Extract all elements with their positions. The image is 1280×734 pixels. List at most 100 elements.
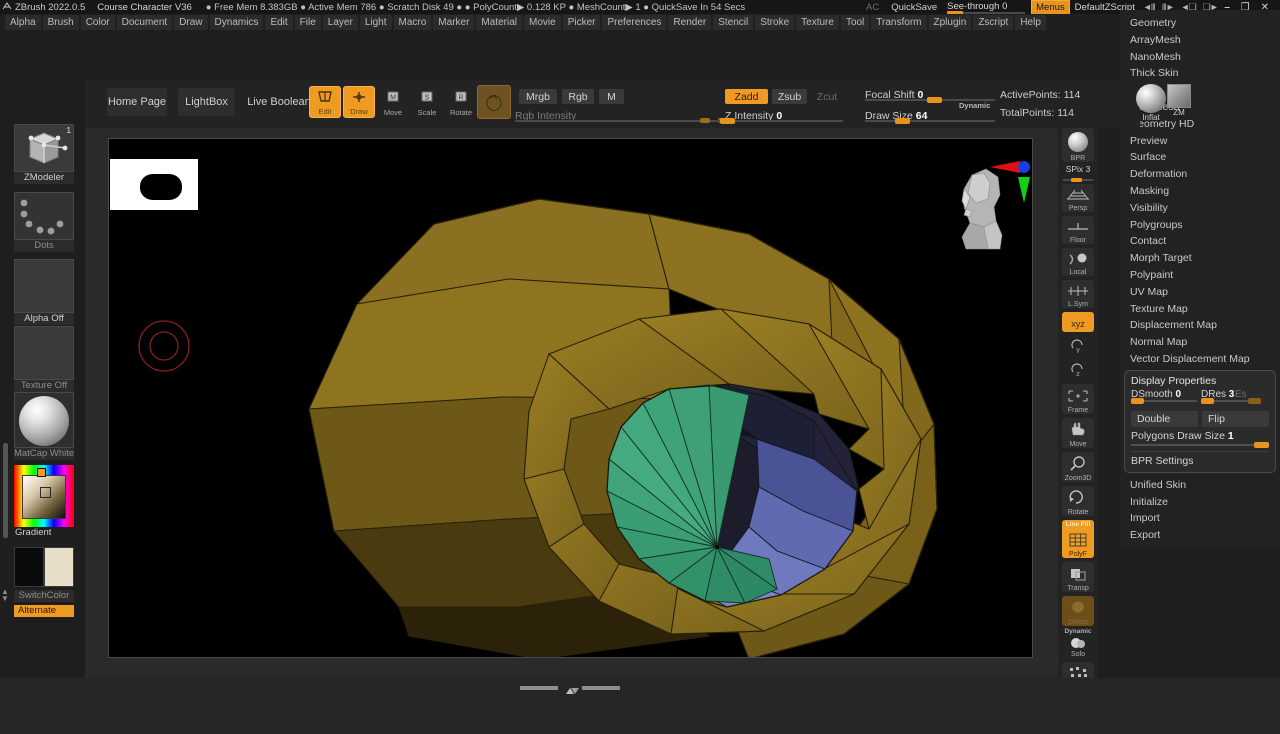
double-button[interactable]: Double (1131, 410, 1198, 427)
brush-slot[interactable]: 1 ZModeler (14, 124, 74, 184)
tool-menu-item-unified-skin[interactable]: Unified Skin (1120, 477, 1280, 494)
primary-color-swatch[interactable] (14, 547, 44, 587)
flip-button[interactable]: Flip (1202, 410, 1269, 427)
up-down-arrows-icon[interactable] (562, 683, 580, 694)
menu-item-document[interactable]: Document (116, 14, 173, 30)
tool-menu-item-geometry[interactable]: Geometry (1120, 15, 1280, 32)
tool-menu-item-preview[interactable]: Preview (1120, 133, 1280, 150)
dots-stroke-icon[interactable] (14, 192, 74, 240)
tool-menu-item-displacement-map[interactable]: Displacement Map (1120, 317, 1280, 334)
tool-menu-item-texture-map[interactable]: Texture Map (1120, 301, 1280, 318)
tool-menu-item-visibility[interactable]: Visibility (1120, 200, 1280, 217)
zmodeler-cube-icon[interactable]: 1 (14, 124, 74, 172)
move-view-button[interactable]: Move (1062, 418, 1094, 448)
home-page-button[interactable]: Home Page (107, 88, 167, 116)
tool-menu-item-morph-target[interactable]: Morph Target (1120, 250, 1280, 267)
spix-knob[interactable] (1071, 178, 1082, 182)
mrgb-button[interactable]: Mrgb (519, 89, 557, 104)
draw-size-knob[interactable] (895, 118, 910, 124)
scale-button[interactable]: S Scale (411, 86, 443, 118)
tool-menu-item-deformation[interactable]: Deformation (1120, 166, 1280, 183)
spix-slider[interactable]: SPix 3 (1062, 164, 1094, 182)
tool-menu-item-import[interactable]: Import (1120, 510, 1280, 527)
color-swatches[interactable]: SwitchColor Alternate (14, 547, 74, 617)
zm-tool-button[interactable]: ZM (1165, 84, 1193, 122)
es-knob[interactable] (1248, 397, 1261, 404)
menu-item-macro[interactable]: Macro (393, 14, 432, 30)
cylinder-polymesh[interactable] (109, 139, 1033, 658)
stroke-slot[interactable]: Dots (14, 192, 74, 252)
tool-menu-item-nanomesh[interactable]: NanoMesh (1120, 49, 1280, 66)
dres-knob[interactable] (1201, 397, 1214, 404)
dsmooth-knob[interactable] (1131, 397, 1144, 404)
dsmooth-slider[interactable]: DSmooth 0 (1131, 388, 1197, 407)
menu-item-brush[interactable]: Brush (42, 14, 79, 30)
radial-y-button[interactable]: y (1062, 336, 1094, 356)
scroll-right-handle[interactable] (582, 686, 620, 690)
texture-slot[interactable]: Texture Off (14, 326, 74, 392)
ghost-button[interactable]: Ghost (1062, 596, 1094, 626)
bpr-settings-button[interactable]: BPR Settings (1131, 450, 1269, 467)
m-button[interactable]: M (599, 89, 624, 104)
persp-button[interactable]: Persp (1062, 184, 1094, 212)
move-button[interactable]: M Move (377, 86, 409, 118)
tool-menu-item-polypaint[interactable]: Polypaint (1120, 267, 1280, 284)
floor-button[interactable]: Floor (1062, 216, 1094, 244)
draw-button[interactable]: Draw (343, 86, 375, 118)
rgb-button[interactable]: Rgb (562, 89, 594, 104)
z-intensity-knob-secondary[interactable] (700, 118, 710, 123)
tool-menu-item-masking[interactable]: Masking (1120, 183, 1280, 200)
menu-item-file[interactable]: File (294, 14, 321, 30)
tool-menu-item-thick-skin[interactable]: Thick Skin (1120, 65, 1280, 82)
color-picker-slot[interactable]: Gradient (14, 465, 74, 539)
rotate-view-button[interactable]: Rotate (1062, 486, 1094, 516)
tool-menu-item-initialize[interactable]: Initialize (1120, 494, 1280, 511)
z-intensity-knob[interactable] (720, 118, 735, 124)
menu-item-zplugin[interactable]: Zplugin (928, 14, 972, 30)
menu-item-tool[interactable]: Tool (840, 14, 870, 30)
menu-item-render[interactable]: Render (668, 14, 712, 30)
tool-menu-item-polygroups[interactable]: Polygroups (1120, 217, 1280, 234)
tool-menu-item-normal-map[interactable]: Normal Map (1120, 334, 1280, 351)
scroll-left-handle[interactable] (520, 686, 558, 690)
tool-menu-item-surface[interactable]: Surface (1120, 149, 1280, 166)
menu-item-edit[interactable]: Edit (265, 14, 293, 30)
tool-menu-item-contact[interactable]: Contact (1120, 233, 1280, 250)
alternate-button[interactable]: Alternate (14, 605, 74, 617)
viewport-canvas[interactable] (108, 138, 1033, 658)
polygons-draw-size-knob[interactable] (1254, 441, 1269, 448)
polygons-draw-size-slider[interactable]: Polygons Draw Size 1 (1131, 430, 1269, 449)
zadd-button[interactable]: Zadd (725, 89, 768, 104)
z-intensity-slider[interactable]: Z Intensity 0 (700, 106, 855, 124)
quicksave-button[interactable]: QuickSave (891, 2, 937, 13)
tool-menu-item-export[interactable]: Export (1120, 527, 1280, 544)
menu-item-zscript[interactable]: Zscript (973, 14, 1014, 30)
live-boolean-button[interactable]: Live Boolean (242, 88, 316, 116)
menu-item-dynamics[interactable]: Dynamics (209, 14, 264, 30)
inflat-material-button[interactable]: Inflat (1135, 84, 1167, 122)
rgb-intensity-slider[interactable]: Rgb Intensity (515, 106, 730, 124)
material-sphere-icon[interactable] (14, 392, 74, 448)
zoom3d-button[interactable]: Zoom3D (1062, 452, 1094, 482)
alpha-slot[interactable]: Alpha Off (14, 259, 74, 325)
lightbox-button[interactable]: LightBox (178, 88, 235, 116)
texture-thumbnail-icon[interactable] (14, 326, 74, 380)
xyz-symmetry-button[interactable]: xyz (1062, 312, 1094, 332)
polyframe-button[interactable]: Line Fill PolyF (1062, 520, 1094, 558)
menu-item-layer[interactable]: Layer (322, 14, 358, 30)
menu-item-transform[interactable]: Transform (871, 14, 927, 30)
menu-item-light[interactable]: Light (359, 14, 392, 30)
local-button[interactable]: Local (1062, 248, 1094, 276)
menu-item-movie[interactable]: Movie (524, 14, 561, 30)
focal-shift-knob[interactable] (927, 97, 942, 103)
tool-menu-item-arraymesh[interactable]: ArrayMesh (1120, 32, 1280, 49)
menu-item-draw[interactable]: Draw (174, 14, 208, 30)
tool-menu-item-vector-displacement-map[interactable]: Vector Displacement Map (1120, 351, 1280, 368)
secondary-color-swatch[interactable] (44, 547, 74, 587)
material-slot[interactable]: MatCap White C (14, 392, 74, 460)
es-slider[interactable]: Es (1235, 388, 1261, 407)
menu-item-color[interactable]: Color (80, 14, 115, 30)
menu-item-stencil[interactable]: Stencil (713, 14, 754, 30)
transp-button[interactable]: Transp (1062, 562, 1094, 592)
menus-button[interactable]: Menus (1031, 0, 1070, 15)
